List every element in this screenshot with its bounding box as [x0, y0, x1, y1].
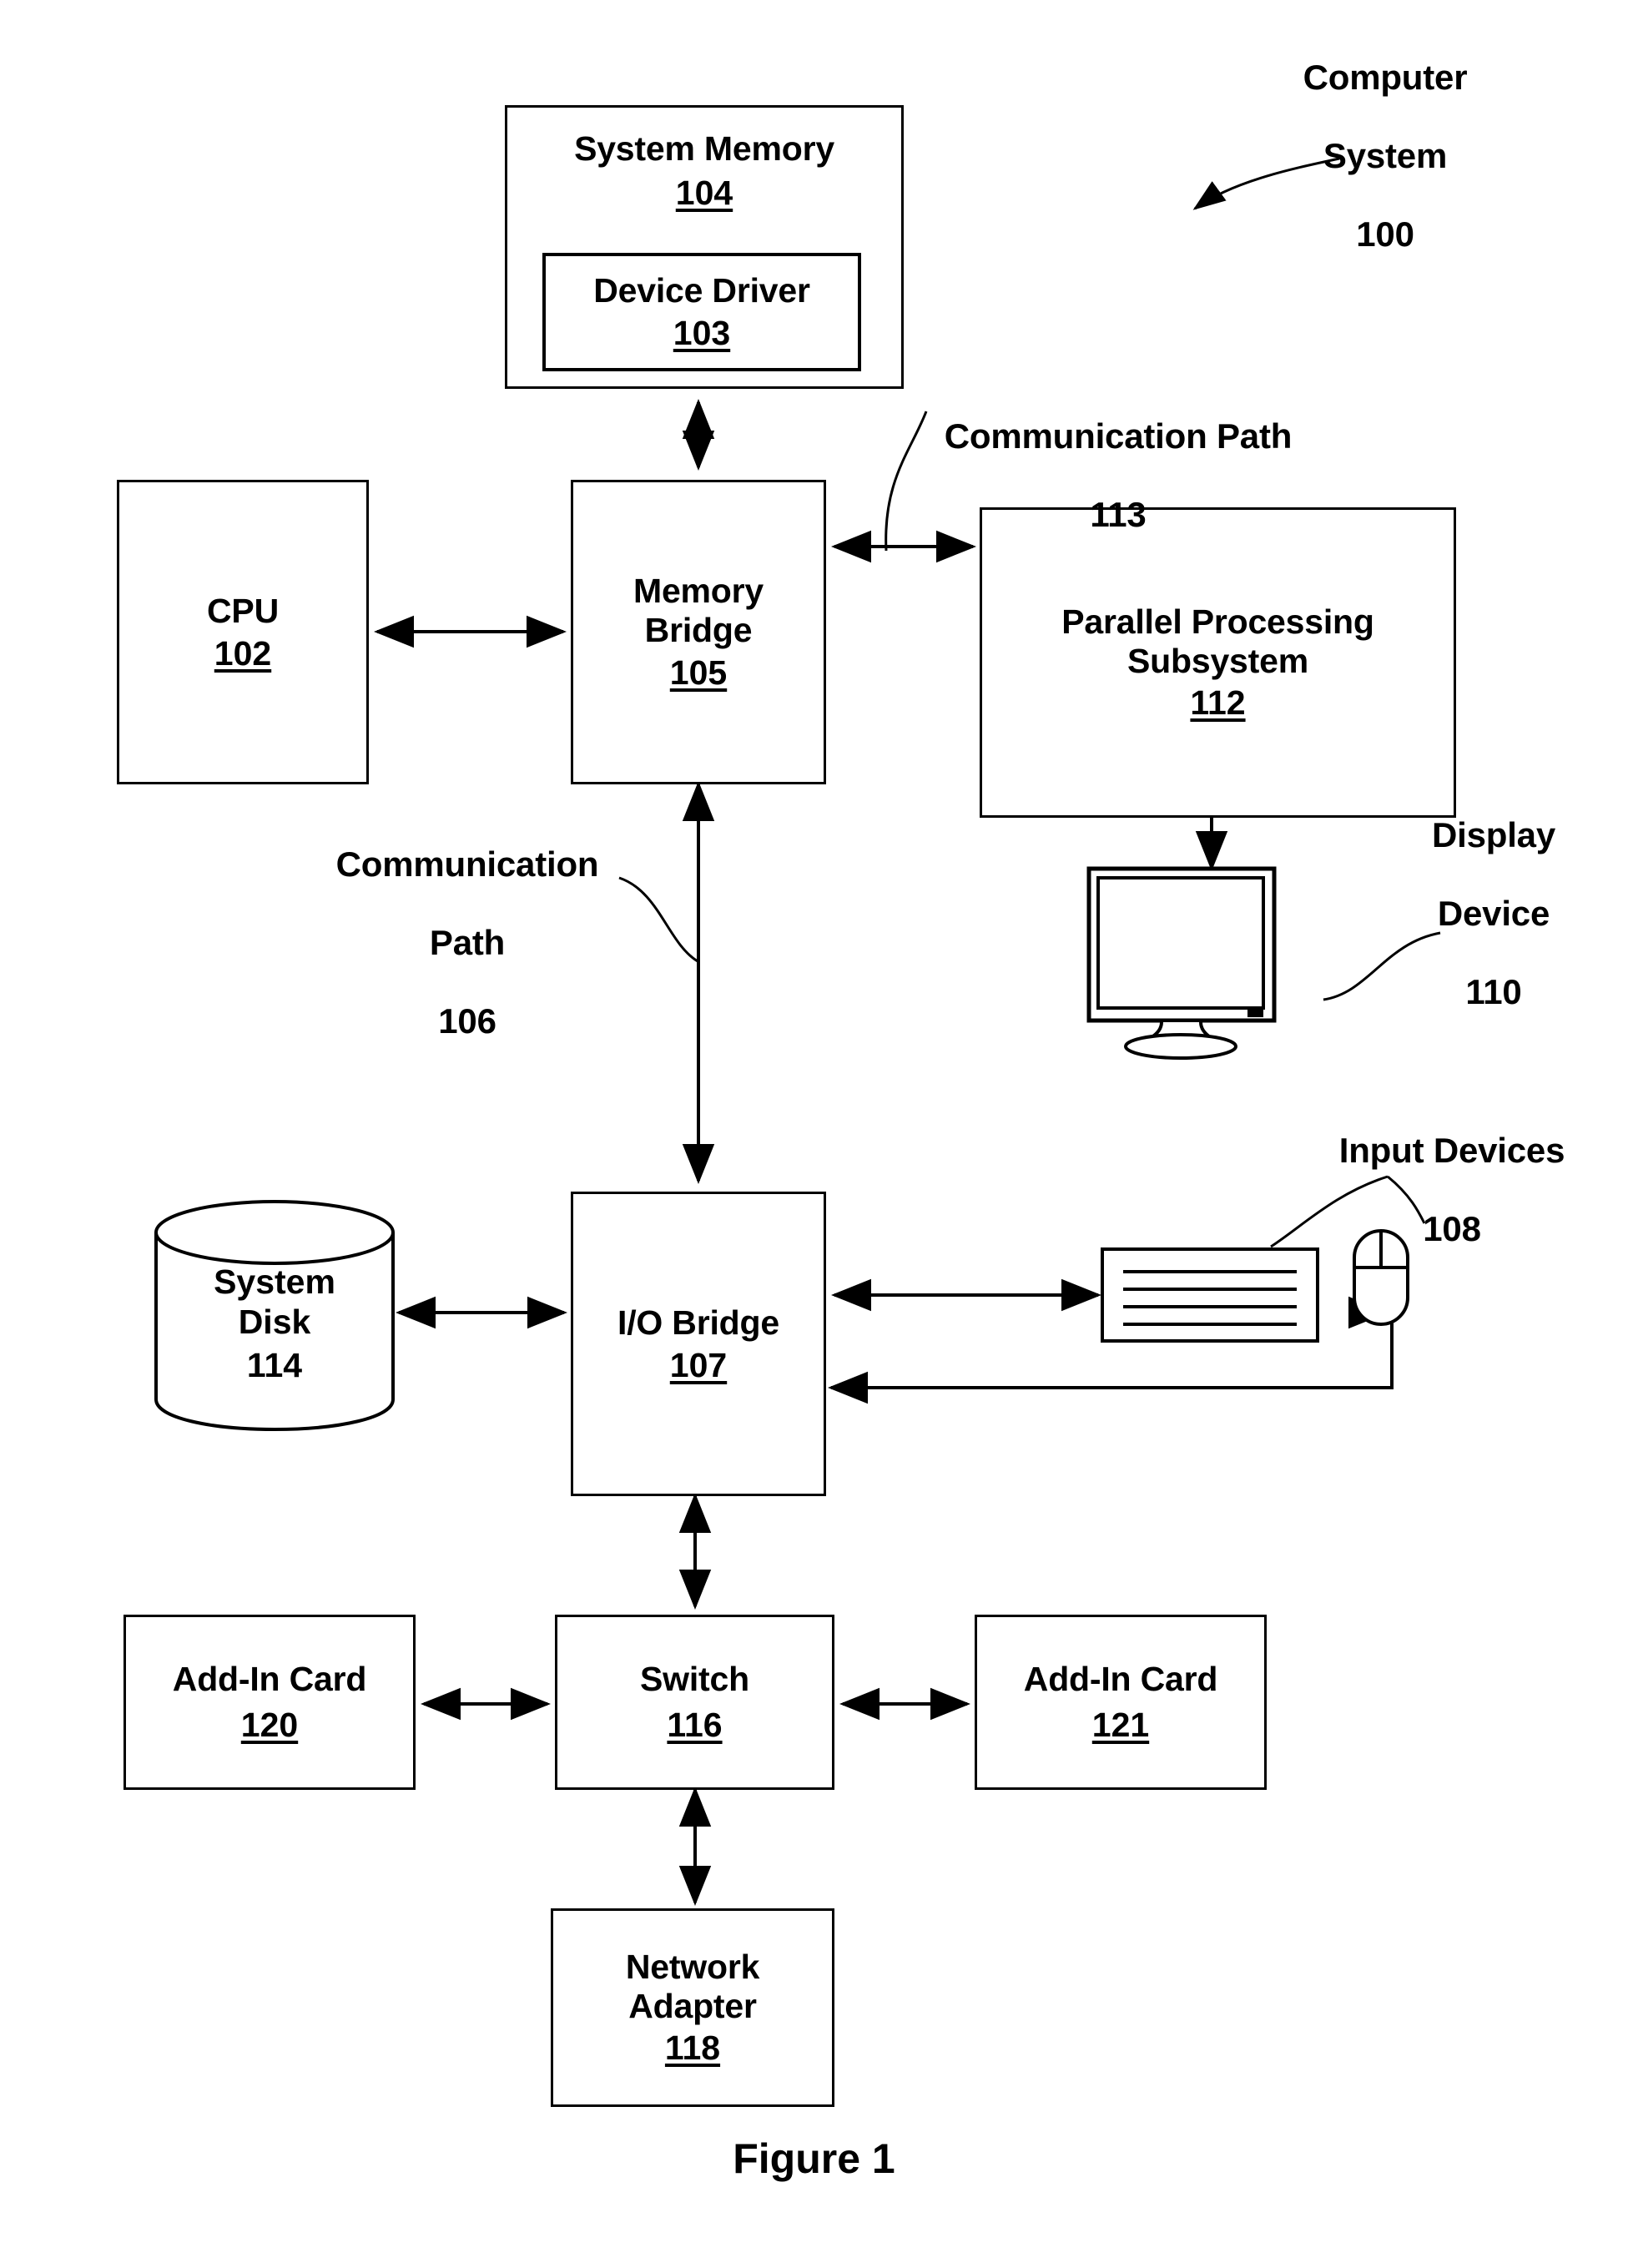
switch-number: 116 [667, 1706, 723, 1744]
callout-computer-system: Computer System 100 [1235, 18, 1535, 293]
patent-figure-1: System Memory 104 Device Driver 103 CPU … [0, 0, 1628, 2268]
computer-system-number: 100 [1356, 214, 1414, 255]
block-memory-bridge: Memory Bridge 105 [571, 480, 826, 784]
add-in-card-121-number: 121 [1091, 1706, 1150, 1744]
monitor-icon [1086, 866, 1277, 1060]
network-adapter-number: 118 [664, 2029, 721, 2068]
cpu-title: CPU [207, 591, 279, 630]
block-io-bridge: I/O Bridge 107 [571, 1192, 826, 1496]
callout-input-devices: Input Devices 108 [1285, 1091, 1619, 1288]
memory-bridge-title-line2: Bridge [644, 611, 753, 650]
block-add-in-card-120: Add-In Card 120 [123, 1615, 416, 1790]
system-disk-number: 114 [246, 1346, 303, 1384]
callout-communication-path-106: Communication Path 106 [292, 805, 643, 1080]
device-driver-title: Device Driver [593, 271, 810, 310]
pps-title-line1: Parallel Processing [1061, 602, 1374, 641]
computer-system-line1: Computer [1303, 58, 1468, 98]
pps-title-line2: Subsystem [1127, 641, 1308, 680]
network-adapter-title-line1: Network [625, 1947, 760, 1986]
system-memory-title: System Memory [574, 129, 834, 168]
block-switch: Switch 116 [555, 1615, 834, 1790]
display-device-line2: Device [1437, 894, 1550, 934]
block-add-in-card-121: Add-In Card 121 [975, 1615, 1267, 1790]
figure-caption: Figure 1 [0, 2134, 1628, 2183]
network-adapter-title-line2: Adapter [628, 1986, 757, 2025]
input-devices-number: 108 [1423, 1209, 1481, 1249]
block-network-adapter: Network Adapter 118 [551, 1908, 834, 2107]
figure-caption-text: Figure 1 [733, 2135, 895, 2182]
block-system-disk: System Disk 114 [154, 1199, 396, 1433]
io-bridge-title: I/O Bridge [617, 1303, 779, 1342]
display-device-icon [1086, 866, 1328, 1066]
comm-path-106-number: 106 [438, 1001, 496, 1041]
display-device-number: 110 [1465, 972, 1522, 1012]
add-in-card-121-title: Add-In Card [1023, 1660, 1218, 1699]
memory-bridge-title-line1: Memory [633, 572, 764, 611]
system-disk-title-line2: Disk [238, 1303, 311, 1341]
block-cpu: CPU 102 [117, 480, 369, 784]
block-device-driver: Device Driver 103 [542, 253, 861, 371]
callout-communication-path-113: Communication Path 113 [885, 377, 1352, 573]
cpu-number: 102 [214, 633, 272, 673]
comm-path-106-line2: Path [429, 923, 506, 963]
system-disk-title-line1: System [214, 1263, 335, 1301]
comm-path-113-number: 113 [1090, 495, 1147, 535]
memory-bridge-number: 105 [669, 653, 728, 692]
switch-title: Switch [640, 1660, 749, 1699]
callout-display-device: Display Device 110 [1368, 776, 1619, 1051]
comm-path-106-line1: Communication [335, 844, 599, 885]
comm-path-113-line1: Communication Path [944, 416, 1293, 456]
device-driver-number: 103 [673, 314, 731, 352]
pps-number: 112 [1190, 683, 1246, 723]
add-in-card-120-number: 120 [240, 1706, 299, 1744]
add-in-card-120-title: Add-In Card [172, 1660, 367, 1699]
io-bridge-number: 107 [669, 1345, 728, 1384]
computer-system-line2: System [1323, 136, 1448, 176]
display-device-line1: Display [1432, 815, 1555, 855]
system-memory-number: 104 [675, 173, 733, 212]
input-devices-line1: Input Devices [1338, 1131, 1565, 1171]
